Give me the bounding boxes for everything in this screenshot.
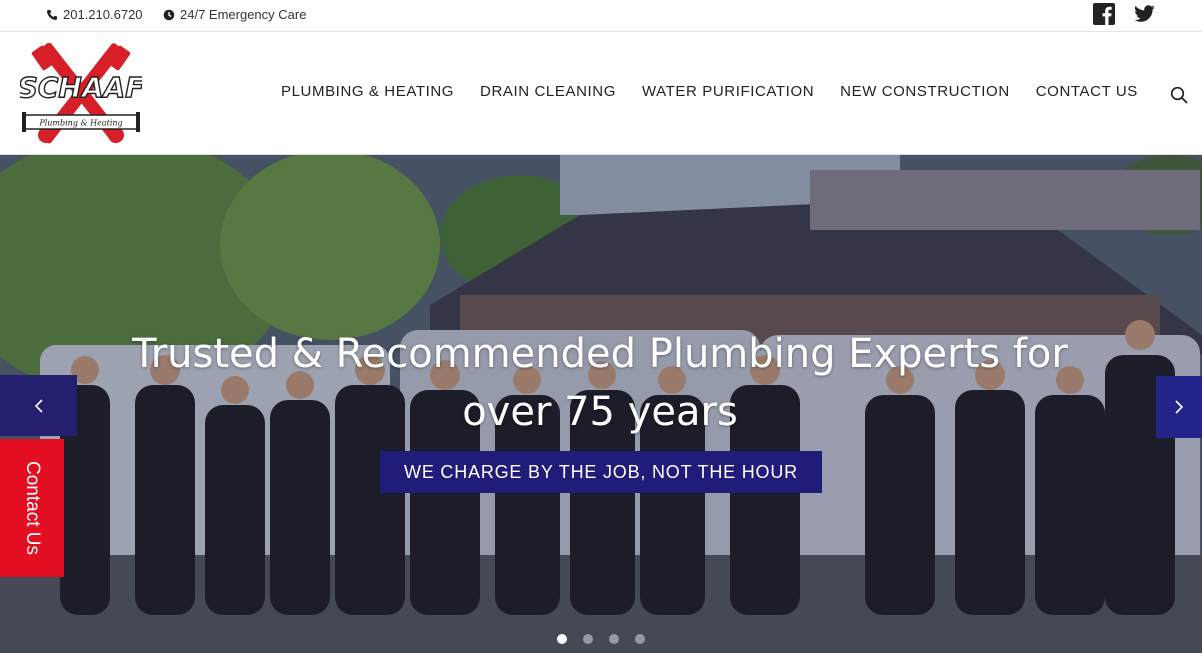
hero-headline-line1: Trusted & Recommended Plumbing Experts f…: [132, 331, 1068, 377]
social-links: [1092, 2, 1156, 26]
chevron-right-icon: [1175, 400, 1184, 414]
nav-new-construction[interactable]: NEW CONSTRUCTION: [840, 83, 1010, 100]
twitter-icon[interactable]: [1132, 2, 1156, 26]
slider-prev-button[interactable]: [0, 375, 77, 436]
phone-number[interactable]: 201.210.6720: [63, 7, 143, 22]
slider-dot-4[interactable]: [635, 634, 645, 644]
phone-icon: [47, 9, 57, 20]
nav-water-purification[interactable]: WATER PURIFICATION: [642, 83, 814, 100]
hero-slider: Trusted & Recommended Plumbing Experts f…: [0, 155, 1202, 653]
hero-headline-line2: over 75 years: [462, 389, 738, 435]
clock-icon: [163, 9, 175, 20]
slider-dot-3[interactable]: [609, 634, 619, 644]
site-header: SCHAAF Plumbing & Heating PLUMBING & HEA…: [0, 33, 1202, 155]
emergency-care: 24/7 Emergency Care: [163, 7, 306, 22]
logo-text: SCHAAF: [20, 71, 142, 104]
slider-dot-1[interactable]: [557, 634, 567, 644]
facebook-icon[interactable]: [1092, 2, 1116, 26]
main-nav: PLUMBING & HEATING DRAIN CLEANING WATER …: [281, 83, 1164, 100]
search-icon[interactable]: [1170, 86, 1188, 104]
phone-contact[interactable]: 201.210.6720: [46, 7, 143, 22]
slider-dot-2[interactable]: [583, 634, 593, 644]
contact-us-tab-label: Contact Us: [22, 461, 44, 555]
slider-next-button[interactable]: [1156, 376, 1202, 438]
hero-tagline[interactable]: WE CHARGE BY THE JOB, NOT THE HOUR: [380, 451, 822, 493]
schaaf-logo[interactable]: SCHAAF Plumbing & Heating: [20, 43, 142, 145]
hero-headline: Trusted & Recommended Plumbing Experts f…: [100, 325, 1100, 441]
nav-contact-us[interactable]: CONTACT US: [1036, 83, 1138, 100]
chevron-left-icon: [34, 398, 43, 413]
top-bar: 201.210.6720 24/7 Emergency Care: [0, 0, 1202, 32]
nav-plumbing-heating[interactable]: PLUMBING & HEATING: [281, 83, 454, 100]
slider-dots: [557, 634, 645, 644]
nav-drain-cleaning[interactable]: DRAIN CLEANING: [480, 83, 616, 100]
emergency-care-label: 24/7 Emergency Care: [180, 7, 307, 22]
contact-us-tab[interactable]: Contact Us: [0, 439, 64, 577]
logo-subtitle: Plumbing & Heating: [38, 119, 122, 128]
